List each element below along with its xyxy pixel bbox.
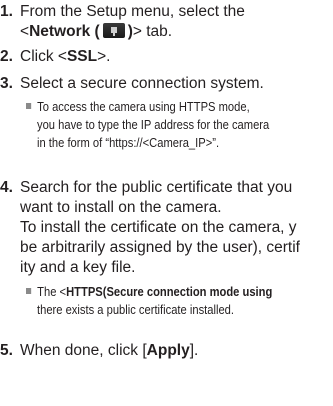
step-number: 2.: [0, 48, 13, 65]
note-line: there exists a public certificate instal…: [37, 302, 234, 317]
note-line: in the form of “https://<Camera_IP>”.: [37, 135, 220, 150]
step-text: Search for the public certificate that y…: [20, 179, 293, 196]
note-line: The <HTTPS(Secure connection mode using: [26, 283, 272, 301]
step-number: 3.: [0, 75, 13, 92]
ssl-label: SSL: [66, 48, 98, 65]
note-bullet-icon: [26, 288, 32, 294]
step-4-line: be arbitrarily assigned by the user), ce…: [20, 239, 300, 256]
step-1-line-2: <Network ()> tab.: [20, 23, 173, 40]
step-4-line: want to install on the camera.: [20, 199, 222, 216]
note-bullet-icon: [26, 103, 32, 109]
step-number: 5.: [0, 342, 13, 359]
https-mode-label: HTTPS(Secure connection mode using: [66, 284, 273, 299]
step-number: 1.: [0, 3, 13, 20]
note-line: To access the camera using HTTPS mode,: [26, 98, 250, 116]
step-2: 2. Click <SSL>.: [0, 48, 111, 65]
step-4-line: To install the certificate on the camera…: [20, 219, 297, 236]
note-line: you have to type the IP address for the …: [37, 117, 270, 132]
step-4-line: ity and a key file.: [20, 259, 136, 276]
step-text: From the Setup menu, select the: [20, 3, 245, 20]
network-setup-icon: [102, 23, 125, 38]
manual-page: 1. From the Setup menu, select the <Netwo…: [0, 0, 333, 406]
network-label: Network (: [29, 23, 100, 40]
step-4: 4. Search for the public certificate that…: [0, 178, 292, 197]
step-number: 4.: [0, 179, 13, 196]
step-3: 3. Select a secure connection system.: [0, 74, 264, 93]
step-1: 1. From the Setup menu, select the: [0, 2, 245, 21]
step-text: Select a secure connection system.: [20, 75, 264, 92]
apply-label: Apply: [146, 342, 190, 359]
step-5: 5. When done, click [Apply].: [0, 342, 199, 359]
